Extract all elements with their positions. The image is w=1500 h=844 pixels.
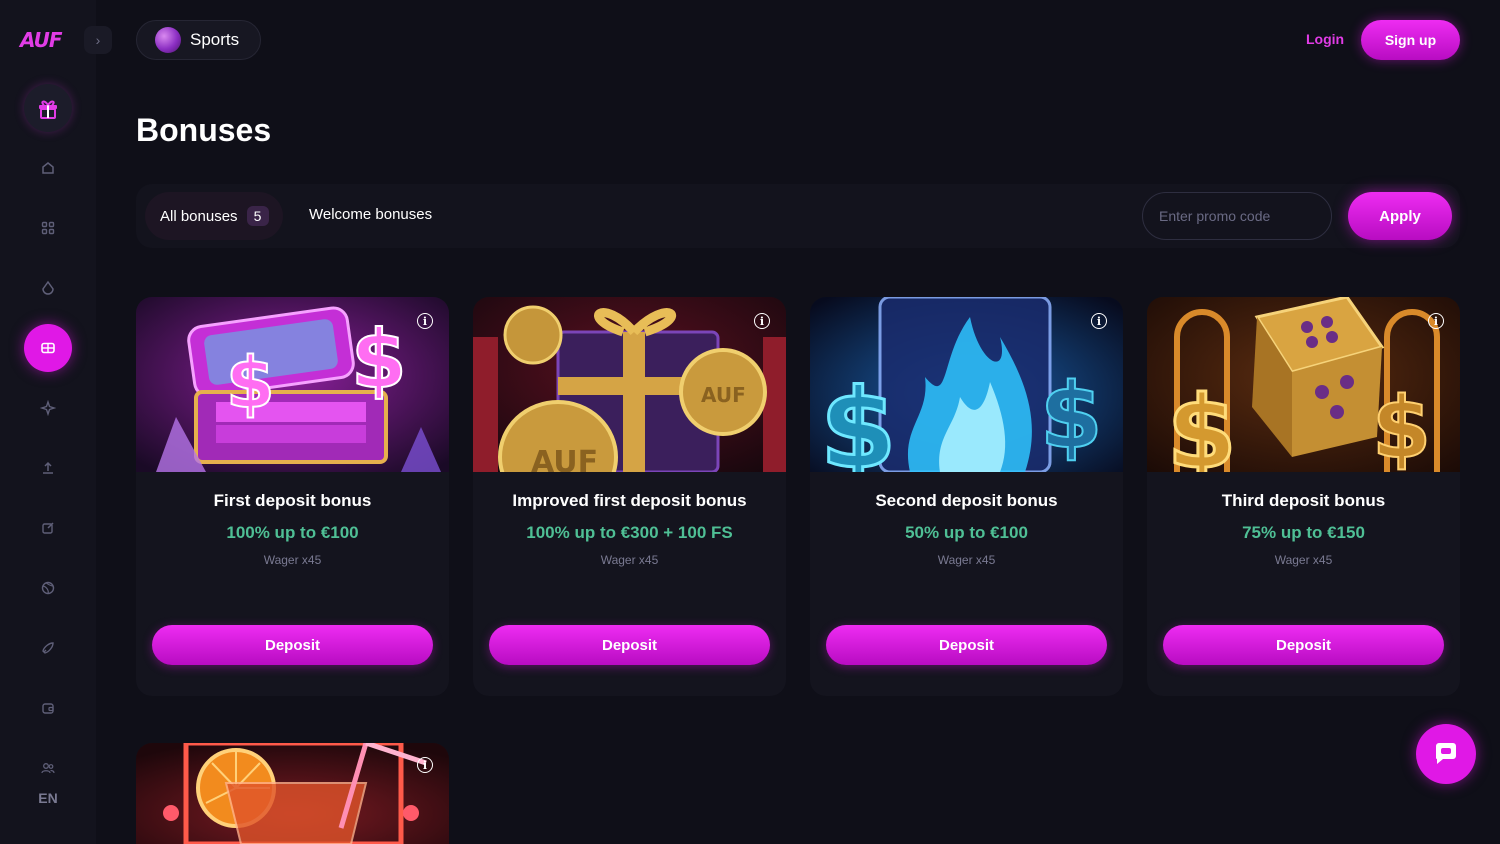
sidebar-item-crash[interactable] <box>24 624 72 672</box>
chevron-right-icon: › <box>95 32 101 48</box>
tab-label: All bonuses <box>160 207 238 225</box>
sidebar-item-wallet[interactable] <box>24 684 72 732</box>
svg-text:AUF: AUF <box>701 383 746 407</box>
bonus-card-image: $ $ <box>136 297 449 472</box>
home-icon <box>42 162 54 174</box>
promo-code-input[interactable] <box>1142 192 1332 240</box>
bonus-filter-bar: All bonuses 5 Welcome bonuses Apply <box>136 184 1460 248</box>
bonus-wager: Wager x45 <box>263 553 322 567</box>
bonus-card: $ $ i Third deposit bonus 75% up to €150… <box>1147 297 1460 696</box>
sidebar: AUF › EN <box>0 0 112 844</box>
sparkle-icon <box>40 400 56 416</box>
bonus-wager: Wager x45 <box>600 553 659 567</box>
bonus-card: $ $ i First deposit bonus 100% up to €10… <box>136 297 449 696</box>
sidebar-item-live[interactable] <box>24 264 72 312</box>
chat-icon <box>1436 743 1456 764</box>
info-icon[interactable]: i <box>417 757 433 773</box>
rocket-icon <box>42 642 54 654</box>
gift-button[interactable] <box>24 84 72 132</box>
deposit-button[interactable]: Deposit <box>152 625 433 665</box>
sidebar-item-edit[interactable] <box>24 504 72 552</box>
bonus-card: i <box>136 743 449 844</box>
page-title: Bonuses <box>136 112 272 148</box>
users-icon <box>41 763 55 774</box>
count-badge: 5 <box>246 206 269 226</box>
bonus-amount: 75% up to €150 <box>1242 523 1365 542</box>
bonus-title: First deposit bonus <box>213 491 372 510</box>
signup-button[interactable]: Sign up <box>1361 20 1460 60</box>
bonus-wager: Wager x45 <box>937 553 996 567</box>
sidebar-item-friends[interactable] <box>24 744 72 792</box>
chat-button[interactable] <box>1416 724 1476 784</box>
bonus-amount: 100% up to €300 + 100 FS <box>526 523 733 542</box>
grid-icon <box>41 221 55 235</box>
deposit-button[interactable]: Deposit <box>489 625 770 665</box>
svg-text:AUF: AUF <box>531 445 598 472</box>
sports-ball-icon <box>155 27 181 53</box>
deposit-button[interactable]: Deposit <box>1163 625 1444 665</box>
upload-icon <box>43 461 53 474</box>
ball-icon <box>41 581 55 595</box>
info-icon[interactable]: i <box>1091 313 1107 329</box>
bonus-title: Third deposit bonus <box>1221 491 1386 510</box>
info-icon[interactable]: i <box>1428 313 1444 329</box>
svg-text:$: $ <box>820 365 897 472</box>
bonus-title: Second deposit bonus <box>875 491 1058 510</box>
sidebar-item-games[interactable] <box>24 204 72 252</box>
language-selector[interactable]: EN <box>24 790 72 806</box>
svg-text:$: $ <box>1040 364 1103 469</box>
bonus-amount: 50% up to €100 <box>905 523 1028 542</box>
sidebar-collapse-button[interactable]: › <box>84 26 112 54</box>
sidebar-item-upload[interactable] <box>24 444 72 492</box>
ticket-icon <box>41 342 55 354</box>
bonus-amount: 100% up to €100 <box>226 523 359 542</box>
sidebar-item-promotions[interactable] <box>24 384 72 432</box>
edit-icon <box>42 522 54 534</box>
bonus-card: AUF AUF i Improved first deposit bonus 1… <box>473 297 786 696</box>
bonus-card-image: AUF AUF <box>473 297 786 472</box>
svg-text:$: $ <box>226 342 275 424</box>
apply-button[interactable]: Apply <box>1348 192 1452 240</box>
bonus-card-image: $ $ <box>810 297 1123 472</box>
deposit-button[interactable]: Deposit <box>826 625 1107 665</box>
login-link[interactable]: Login <box>1306 31 1344 47</box>
svg-text:$: $ <box>1167 374 1237 472</box>
bonus-card-image: $ $ <box>1147 297 1460 472</box>
sidebar-item-sport[interactable] <box>24 564 72 612</box>
info-icon[interactable]: i <box>754 313 770 329</box>
logo[interactable]: AUF <box>20 28 62 52</box>
sports-button[interactable]: Sports <box>136 20 261 60</box>
sidebar-item-home[interactable] <box>24 144 72 192</box>
sidebar-item-bonuses[interactable] <box>24 324 72 372</box>
bonus-card-image <box>136 743 449 844</box>
gift-icon <box>39 100 57 119</box>
sports-label: Sports <box>190 30 240 49</box>
tab-all-bonuses[interactable]: All bonuses 5 <box>145 192 283 240</box>
info-icon[interactable]: i <box>417 313 433 329</box>
svg-text:$: $ <box>1372 379 1431 472</box>
wallet-icon <box>42 703 54 714</box>
bonus-card: $ $ i Second deposit bonus 50% up to €10… <box>810 297 1123 696</box>
svg-text:$: $ <box>351 313 407 406</box>
tab-welcome-bonuses[interactable]: Welcome bonuses <box>309 206 432 223</box>
bonus-wager: Wager x45 <box>1274 553 1333 567</box>
bonus-title: Improved first deposit bonus <box>512 491 747 510</box>
drop-icon <box>42 280 54 295</box>
